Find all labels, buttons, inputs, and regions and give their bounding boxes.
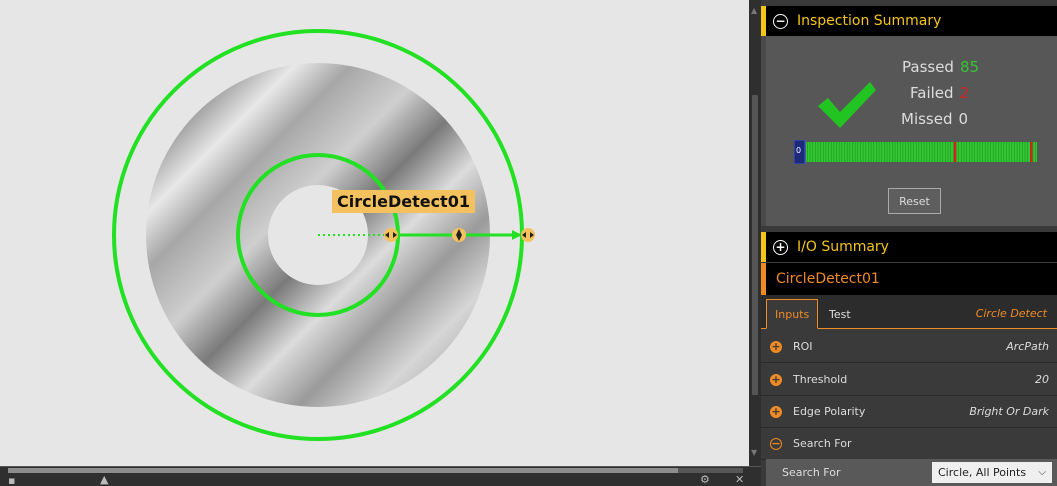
param-row-edge-polarity[interactable]: + Edge Polarity Bright Or Dark [761,396,1057,428]
inspection-history-bar[interactable]: 0 [793,139,1039,165]
close-icon[interactable]: ✕ [735,473,744,486]
horizontal-scroll-thumb[interactable] [8,468,678,473]
collapse-icon[interactable]: − [773,13,788,29]
search-for-label: Search For [782,466,841,479]
results-panel: − Inspection Summary Passed 85 Failed 2 Mi… [761,0,1057,486]
chevron-down-icon[interactable]: ⌵ [1038,467,1046,478]
failed-stat: Failed 2 [910,84,970,102]
history-failed-marker [1030,142,1033,162]
io-summary-header[interactable]: + I/O Summary [761,232,1057,262]
scroll-down-icon[interactable]: ▼ [751,448,757,457]
vertical-scroll-thumb[interactable] [752,95,758,395]
zoom-slider-icon[interactable]: ▲ [100,473,108,486]
tab-test[interactable]: Test [821,299,859,329]
history-failed-marker [953,142,957,162]
param-value: ArcPath [1006,340,1049,353]
param-value: 20 [1035,373,1049,386]
param-row-threshold[interactable]: + Threshold 20 [761,364,1057,396]
reset-button[interactable]: Reset [888,188,941,214]
passed-count: 85 [959,58,980,76]
inner-radius-handle[interactable] [384,228,398,242]
inspection-image [112,29,535,441]
search-for-select[interactable]: Circle, All Points ⌵ [932,462,1052,483]
inspection-summary-header[interactable]: − Inspection Summary [761,6,1057,36]
inspection-summary-title: Inspection Summary [797,13,942,29]
missed-stat: Missed 0 [901,110,969,128]
param-label: Search For [793,437,852,450]
param-row-search-for[interactable]: − Search For [761,428,1057,460]
pass-checkmark-icon [818,82,876,128]
outer-radius-handle[interactable] [521,228,535,242]
param-label: Edge Polarity [793,405,866,418]
tool-name-tag[interactable]: CircleDetect01 [332,190,475,213]
threshold-handle[interactable] [452,228,466,242]
plus-circle-icon[interactable]: + [770,405,782,418]
param-label: ROI [793,340,813,353]
plus-circle-icon[interactable]: + [770,373,782,386]
tool-tabs: Inputs Test Circle Detect [761,295,1057,329]
tool-panel-title: CircleDetect01 [761,263,1057,295]
history-start-marker: 0 [796,146,802,155]
tool-type-label: Circle Detect [975,307,1047,320]
plus-circle-icon[interactable]: + [770,340,782,353]
passed-stat: Passed 85 [902,58,980,76]
search-for-value: Circle, All Points [938,466,1027,479]
tab-inputs[interactable]: Inputs [766,299,819,329]
zoom-icon[interactable]: ▪ [8,474,15,486]
minus-circle-icon[interactable]: − [770,437,782,450]
io-summary-title: I/O Summary [797,239,889,255]
expand-icon[interactable]: + [773,239,788,255]
bottom-toolbar: ▪ ▲ ⚙ ✕ [0,466,761,486]
image-canvas[interactable]: CircleDetect01 [0,0,749,466]
param-label: Threshold [793,373,848,386]
scroll-up-icon[interactable]: ▲ [751,6,757,15]
failed-count: 2 [959,84,970,102]
param-value: Bright Or Dark [969,405,1049,418]
inspection-summary-body: Passed 85 Failed 2 Missed 0 0 Reset [761,36,1057,226]
search-for-subrow: Search For Circle, All Points ⌵ [766,459,1057,486]
vertical-scrollbar[interactable]: ▲ ▼ [749,0,761,466]
missed-count: 0 [958,110,969,128]
param-row-roi[interactable]: + ROI ArcPath [761,331,1057,363]
settings-icon[interactable]: ⚙ [700,473,710,486]
